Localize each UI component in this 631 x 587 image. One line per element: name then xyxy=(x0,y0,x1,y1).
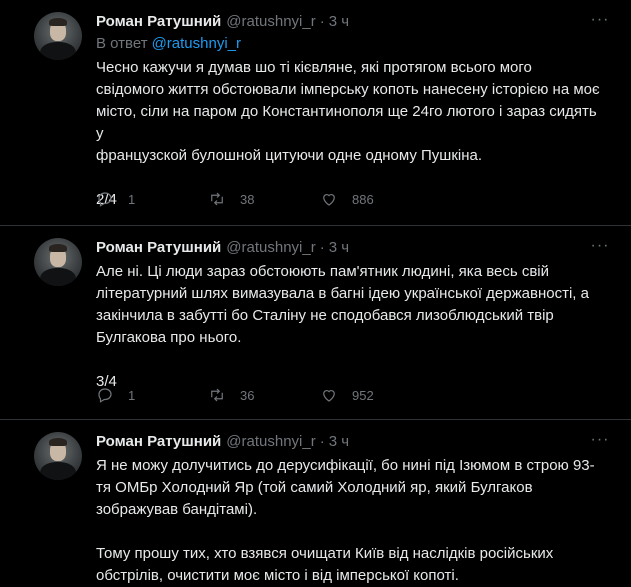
reply-bubble-icon xyxy=(98,388,112,403)
avatar-shoulders xyxy=(40,268,76,286)
tweet-timestamp[interactable]: 3 ч xyxy=(329,12,349,32)
heart-icon xyxy=(323,390,335,402)
like-count: 886 xyxy=(352,191,374,207)
tweet[interactable]: Роман Ратушний @ratushnyi_r · 3 ч В отве… xyxy=(0,0,631,226)
reply-count: 1 xyxy=(128,387,136,403)
avatar-hair xyxy=(49,438,67,446)
tweet-timestamp[interactable]: 3 ч xyxy=(329,432,349,452)
retweet-button[interactable]: 38 xyxy=(208,190,320,208)
author-handle[interactable]: @ratushnyi_r xyxy=(226,238,315,258)
heart-icon xyxy=(323,194,335,206)
reply-count: 1 xyxy=(128,191,136,207)
reply-prefix: В ответ xyxy=(96,35,148,52)
separator-dot: · xyxy=(319,433,325,450)
tweet[interactable]: Роман Ратушний @ratushnyi_r · 3 ч Я не м… xyxy=(0,420,631,584)
reply-context: В ответ @ratushnyi_r xyxy=(96,34,606,54)
tweet-header: Роман Ратушний @ratushnyi_r · 3 ч xyxy=(96,432,606,452)
tweet-body: Роман Ратушний @ratushnyi_r · 3 ч В отве… xyxy=(96,12,606,211)
avatar[interactable] xyxy=(34,12,82,60)
tweet-body: Роман Ратушний @ratushnyi_r · 3 ч Я не м… xyxy=(96,432,606,587)
author-handle[interactable]: @ratushnyi_r xyxy=(226,432,315,452)
retweet-icon xyxy=(211,192,223,206)
more-options-button[interactable]: ··· xyxy=(590,237,610,256)
tweet-body: Роман Ратушний @ratushnyi_r · 3 ч Але ні… xyxy=(96,238,606,393)
reply-to-link[interactable]: @ratushnyi_r xyxy=(152,35,241,52)
more-horizontal-icon: ··· xyxy=(590,237,610,254)
tweet-actions: 1 38 886 xyxy=(96,190,432,208)
author-handle[interactable]: @ratushnyi_r xyxy=(226,12,315,32)
avatar[interactable] xyxy=(34,238,82,286)
author-name[interactable]: Роман Ратушний xyxy=(96,432,221,452)
retweet-button[interactable]: 36 xyxy=(208,386,320,404)
separator-dot: · xyxy=(319,239,325,256)
tweet-timestamp[interactable]: 3 ч xyxy=(329,238,349,258)
retweet-count: 36 xyxy=(240,387,255,403)
like-button[interactable]: 886 xyxy=(320,190,432,208)
more-horizontal-icon: ··· xyxy=(590,431,610,448)
tweet-text: Я не можу долучитись до дерусифікації, б… xyxy=(96,457,595,584)
avatar-hair xyxy=(49,18,67,26)
tweet[interactable]: Роман Ратушний @ratushnyi_r · 3 ч Але ні… xyxy=(0,226,631,420)
tweet-actions: 1 36 952 xyxy=(96,386,432,404)
avatar[interactable] xyxy=(34,432,82,480)
avatar-hair xyxy=(49,244,67,252)
author-name[interactable]: Роман Ратушний xyxy=(96,12,221,32)
reply-bubble-icon xyxy=(98,192,112,207)
separator-dot: · xyxy=(319,13,325,30)
like-button[interactable]: 952 xyxy=(320,386,432,404)
like-count: 952 xyxy=(352,387,374,403)
more-horizontal-icon: ··· xyxy=(590,11,610,28)
more-options-button[interactable]: ··· xyxy=(590,431,610,450)
tweet-header: Роман Ратушний @ratushnyi_r · 3 ч xyxy=(96,12,606,32)
avatar-shoulders xyxy=(40,42,76,60)
retweet-count: 38 xyxy=(240,191,255,207)
avatar-shoulders xyxy=(40,462,76,480)
retweet-icon xyxy=(211,388,223,402)
author-name[interactable]: Роман Ратушний xyxy=(96,238,221,258)
tweet-text: Чесно кажучи я думав шо ті кієвляне, які… xyxy=(96,59,600,208)
more-options-button[interactable]: ··· xyxy=(590,11,610,30)
tweet-text: Але ні. Ці люди зараз обстоюють пам'ятни… xyxy=(96,263,589,390)
tweet-header: Роман Ратушний @ratushnyi_r · 3 ч xyxy=(96,238,606,258)
reply-button[interactable]: 1 xyxy=(96,190,208,208)
reply-button[interactable]: 1 xyxy=(96,386,208,404)
